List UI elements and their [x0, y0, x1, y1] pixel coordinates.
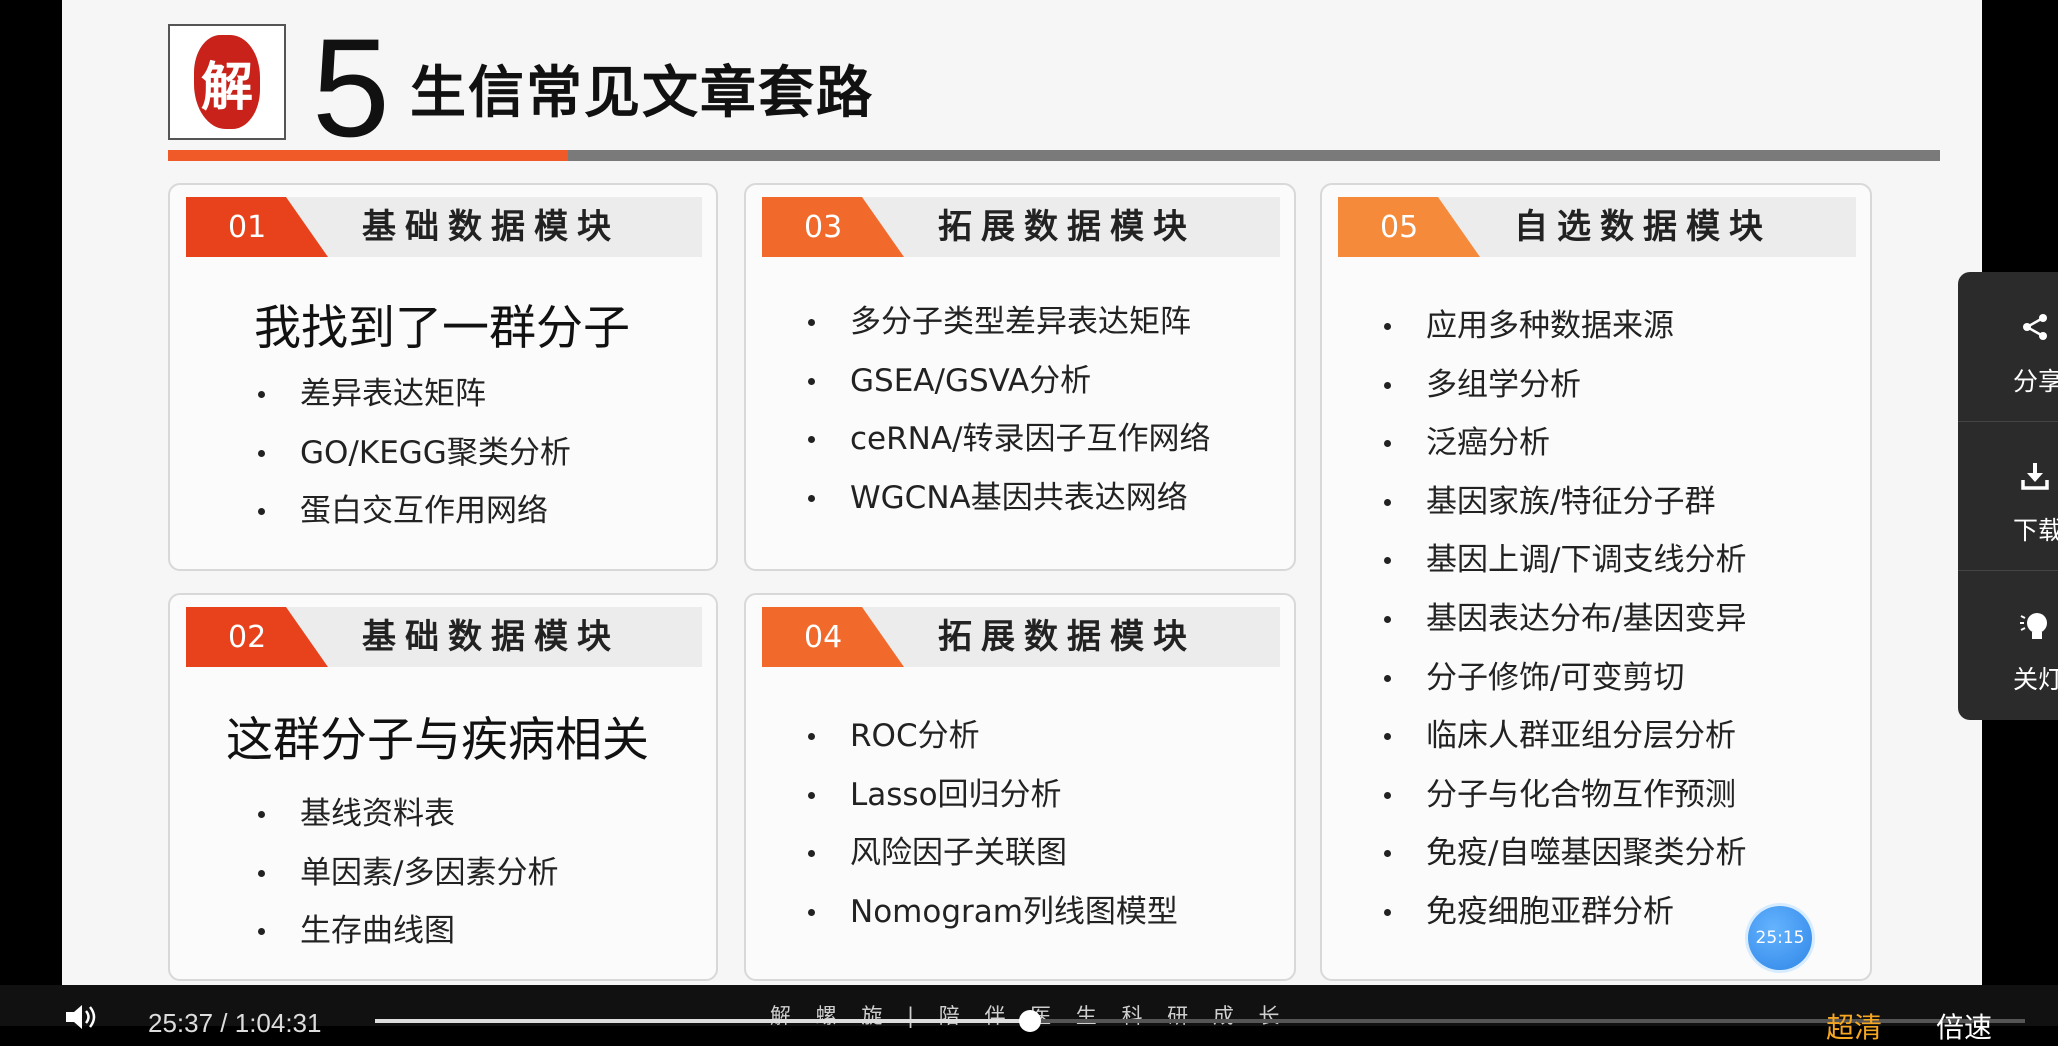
card-title: 基础数据模块 [362, 207, 620, 247]
card-title: 拓展数据模块 [938, 617, 1196, 657]
card-header: 04 拓展数据模块 [762, 607, 1280, 667]
list-item: 多分子类型差异表达矩阵 [808, 293, 1211, 352]
list-item: 免疫/自噬基因聚类分析 [1384, 824, 1746, 883]
list-item: 应用多种数据来源 [1384, 297, 1746, 356]
list-item: ROC分析 [808, 707, 1178, 766]
slide: 解 5 生信常见文章套路 01 基础数据模块 我找到了一群分子 差异表达矩阵 G… [62, 0, 1982, 985]
progress-handle[interactable] [1019, 1010, 1042, 1032]
module-card-01: 01 基础数据模块 我找到了一群分子 差异表达矩阵 GO/KEGG聚类分析 蛋白… [168, 183, 718, 571]
list-item: 差异表达矩阵 [258, 365, 571, 424]
card-item-list: 多分子类型差异表达矩阵 GSEA/GSVA分析 ceRNA/转录因子互作网络 W… [808, 293, 1211, 527]
card-item-list: 应用多种数据来源 多组学分析 泛癌分析 基因家族/特征分子群 基因上调/下调支线… [1384, 297, 1746, 942]
list-item: 分子修饰/可变剪切 [1384, 649, 1746, 708]
module-card-04: 04 拓展数据模块 ROC分析 Lasso回归分析 风险因子关联图 Nomogr… [744, 593, 1296, 981]
list-item: 基因表达分布/基因变异 [1384, 590, 1746, 649]
share-label: 分享 [2013, 367, 2058, 396]
module-card-03: 03 拓展数据模块 多分子类型差异表达矩阵 GSEA/GSVA分析 ceRNA/… [744, 183, 1296, 571]
card-badge: 01 [186, 197, 328, 257]
light-toggle-label: 关灯 [2013, 665, 2058, 694]
list-item: 风险因子关联图 [808, 824, 1178, 883]
list-item: GSEA/GSVA分析 [808, 352, 1211, 411]
module-card-05: 05 自选数据模块 应用多种数据来源 多组学分析 泛癌分析 基因家族/特征分子群… [1320, 183, 1872, 981]
download-label: 下载 [2013, 516, 2058, 545]
module-card-02: 02 基础数据模块 这群分子与疾病相关 基线资料表 单因素/多因素分析 生存曲线… [168, 593, 718, 981]
card-header: 01 基础数据模块 [186, 197, 702, 257]
lightbulb-icon [2020, 610, 2050, 652]
card-subtitle: 我找到了一群分子 [254, 301, 630, 356]
light-toggle-button[interactable]: 关灯 [1958, 570, 2058, 719]
quality-button[interactable]: 超清 [1826, 1006, 1882, 1046]
card-header: 03 拓展数据模块 [762, 197, 1280, 257]
card-badge: 02 [186, 607, 328, 667]
list-item: 生存曲线图 [258, 902, 558, 961]
list-item: 临床人群亚组分层分析 [1384, 707, 1746, 766]
card-header: 05 自选数据模块 [1338, 197, 1856, 257]
share-icon [2020, 312, 2050, 350]
list-item: WGCNA基因共表达网络 [808, 469, 1211, 528]
list-item: 单因素/多因素分析 [258, 844, 558, 903]
list-item: 基因家族/特征分子群 [1384, 473, 1746, 532]
card-subtitle: 这群分子与疾病相关 [226, 713, 649, 768]
progress-fill [375, 1019, 1031, 1023]
header-divider-bar [568, 150, 1940, 161]
list-item: Lasso回归分析 [808, 766, 1178, 825]
timestamp-badge[interactable]: 25:15 [1748, 906, 1812, 970]
download-icon [2020, 461, 2050, 499]
card-title: 自选数据模块 [1514, 207, 1772, 247]
list-item: 免疫细胞亚群分析 [1384, 883, 1746, 942]
section-title: 生信常见文章套路 [410, 61, 874, 126]
section-number: 5 [312, 9, 390, 166]
list-item: 蛋白交互作用网络 [258, 482, 571, 541]
download-button[interactable]: 下载 [1958, 421, 2058, 570]
logo: 解 [168, 24, 286, 140]
list-item: Nomogram列线图模型 [808, 883, 1178, 942]
card-item-list: 差异表达矩阵 GO/KEGG聚类分析 蛋白交互作用网络 [258, 365, 571, 541]
list-item: 多组学分析 [1384, 356, 1746, 415]
time-readout: 25:37 / 1:04:31 [148, 1008, 322, 1038]
volume-icon[interactable] [64, 1002, 100, 1040]
header-accent-bar [168, 150, 568, 161]
card-title: 拓展数据模块 [938, 207, 1196, 247]
share-button[interactable]: 分享 [1958, 272, 2058, 421]
speed-button[interactable]: 倍速 [1936, 1006, 1992, 1046]
card-badge: 03 [762, 197, 904, 257]
card-item-list: ROC分析 Lasso回归分析 风险因子关联图 Nomogram列线图模型 [808, 707, 1178, 941]
list-item: 基线资料表 [258, 785, 558, 844]
list-item: GO/KEGG聚类分析 [258, 424, 571, 483]
list-item: ceRNA/转录因子互作网络 [808, 410, 1211, 469]
card-title: 基础数据模块 [362, 617, 620, 657]
side-action-panel: 分享 下载 关灯 [1958, 272, 2058, 720]
list-item: 基因上调/下调支线分析 [1384, 531, 1746, 590]
list-item: 分子与化合物互作预测 [1384, 766, 1746, 825]
list-item: 泛癌分析 [1384, 414, 1746, 473]
card-badge: 05 [1338, 197, 1480, 257]
logo-seal: 解 [194, 35, 260, 129]
card-header: 02 基础数据模块 [186, 607, 702, 667]
card-badge: 04 [762, 607, 904, 667]
card-item-list: 基线资料表 单因素/多因素分析 生存曲线图 [258, 785, 558, 961]
